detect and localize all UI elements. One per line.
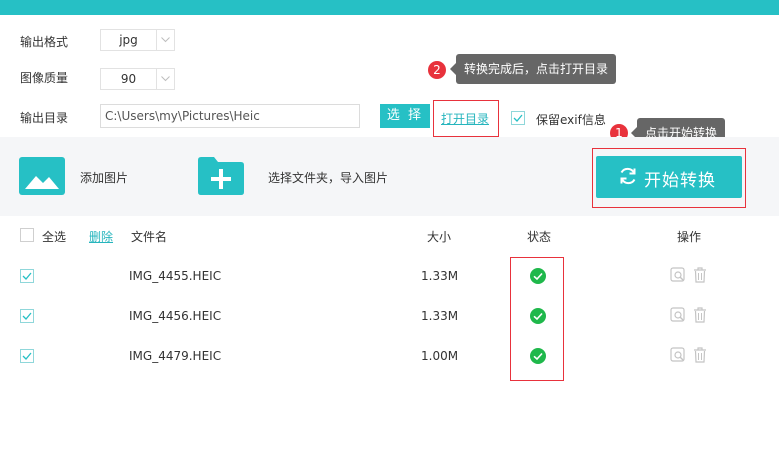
start-convert-label: 开始转换 — [644, 171, 716, 191]
chevron-down-icon[interactable] — [156, 30, 174, 50]
add-image-label[interactable]: 添加图片 — [80, 169, 128, 186]
file-size: 1.33M — [421, 309, 459, 323]
preview-icon[interactable] — [670, 307, 686, 326]
format-value: jpg — [119, 33, 138, 47]
tooltip-open-dir-text: 转换完成后，点击打开目录 — [464, 62, 609, 76]
check-circle-icon — [530, 308, 546, 324]
row-checkbox[interactable] — [20, 269, 34, 283]
image-icon[interactable] — [19, 157, 65, 198]
format-select[interactable]: jpg — [100, 29, 175, 51]
open-dir-link[interactable]: 打开目录 — [441, 110, 489, 127]
select-all-checkbox[interactable] — [20, 228, 34, 242]
preview-icon[interactable] — [670, 267, 686, 286]
preview-icon[interactable] — [670, 347, 686, 366]
trash-icon[interactable] — [693, 347, 707, 366]
step-2-badge: 2 — [428, 61, 446, 79]
delete-link[interactable]: 删除 — [89, 228, 113, 245]
row-checkbox[interactable] — [20, 349, 34, 363]
quality-value: 90 — [120, 72, 137, 86]
file-size: 1.33M — [421, 269, 459, 283]
quality-select[interactable]: 90 — [100, 68, 175, 90]
column-header-status: 状态 — [527, 230, 552, 244]
file-name: IMG_4479.HEIC — [129, 349, 222, 363]
file-size: 1.00M — [421, 349, 459, 363]
output-dir-label: 输出目录 — [20, 111, 69, 125]
select-all-label[interactable]: 全选 — [42, 228, 66, 245]
add-folder-label[interactable]: 选择文件夹，导入图片 — [268, 169, 388, 186]
file-name: IMG_4455.HEIC — [129, 269, 222, 283]
format-label: 输出格式 — [20, 35, 69, 49]
column-header-size: 大小 — [427, 230, 452, 244]
title-bar — [0, 0, 779, 15]
chevron-down-icon[interactable] — [156, 69, 174, 89]
check-circle-icon — [530, 268, 546, 284]
file-name: IMG_4456.HEIC — [129, 309, 222, 323]
keep-exif-label: 保留exif信息 — [536, 113, 606, 127]
tooltip-open-dir: 转换完成后，点击打开目录 — [449, 54, 617, 84]
quality-label: 图像质量 — [20, 71, 69, 85]
start-convert-button[interactable]: 开始转换 — [596, 156, 742, 198]
check-circle-icon — [530, 348, 546, 364]
keep-exif-checkbox[interactable] — [511, 111, 525, 125]
choose-dir-button[interactable]: 选 择 — [380, 104, 430, 128]
column-header-actions: 操作 — [677, 230, 702, 244]
trash-icon[interactable] — [693, 307, 707, 326]
output-dir-input[interactable] — [100, 104, 360, 128]
folder-plus-icon[interactable] — [198, 157, 244, 198]
column-header-name: 文件名 — [131, 230, 168, 244]
refresh-icon — [620, 167, 636, 185]
row-checkbox[interactable] — [20, 309, 34, 323]
trash-icon[interactable] — [693, 267, 707, 286]
